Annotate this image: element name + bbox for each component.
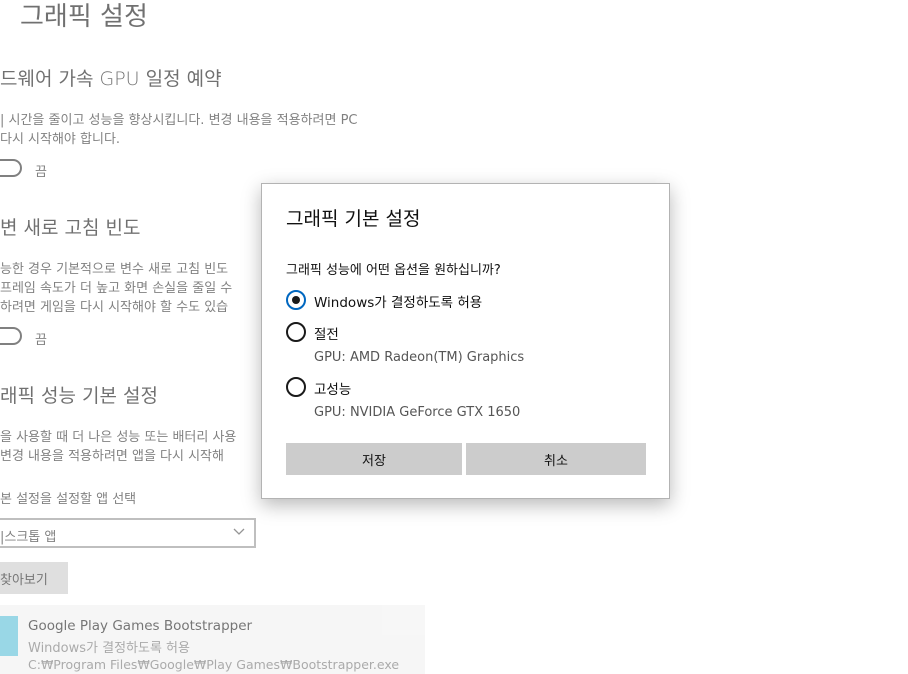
chevron-down-icon <box>233 528 245 535</box>
app-icon <box>0 616 18 656</box>
app-path: C:₩Program Files₩Google₩Play Games₩Boots… <box>28 657 400 672</box>
hw-accel-toggle-label: 끔 <box>35 165 47 180</box>
app-list-item[interactable]: Google Play Games Bootstrapper Windows가 … <box>0 605 425 674</box>
hw-accel-description-1: | 시간을 줄이고 성능을 향상시킵니다. 변경 내용을 적용하려면 PC <box>0 113 358 128</box>
save-button[interactable]: 저장 <box>286 443 462 475</box>
radio-let-windows-decide[interactable] <box>286 290 306 310</box>
option-gpu-power-saving: GPU: AMD Radeon(TM) Graphics <box>314 350 525 365</box>
app-type-dropdown-value: |스크톱 앱 <box>0 530 57 545</box>
hw-accel-section-title: 드웨어 가속 GPU 일정 예약 <box>0 68 222 90</box>
vrr-description-3: 하려면 게임을 다시 시작해야 할 수도 있습 <box>0 300 229 315</box>
option-label-high-performance[interactable]: 고성능 <box>314 378 351 398</box>
vrr-toggle[interactable] <box>0 327 22 345</box>
option-gpu-high-performance: GPU: NVIDIA GeForce GTX 1650 <box>314 405 521 420</box>
cancel-button[interactable]: 취소 <box>466 443 646 475</box>
hw-accel-toggle[interactable] <box>0 159 22 177</box>
dialog-title: 그래픽 기본 설정 <box>286 208 421 230</box>
vrr-section-title: 변 새로 고침 빈도 <box>0 217 141 239</box>
radio-high-performance[interactable] <box>286 377 306 397</box>
vrr-description-1: 능한 경우 기본적으로 변수 새로 고침 빈도 <box>0 262 229 277</box>
perf-description-2: 변경 내용을 적용하려면 앱을 다시 시작해 <box>0 449 224 464</box>
perf-section-title: 래픽 성능 기본 설정 <box>0 385 158 407</box>
graphics-preference-dialog: 그래픽 기본 설정 그래픽 성능에 어떤 옵션을 원하십니까? Windows가… <box>261 183 670 499</box>
app-name: Google Play Games Bootstrapper <box>28 618 253 634</box>
dialog-question: 그래픽 성능에 어떤 옵션을 원하십니까? <box>286 263 501 278</box>
app-select-label: 본 설정을 설정할 앱 선택 <box>0 492 137 507</box>
browse-button-label: 찾아보기 <box>0 573 48 588</box>
app-preference: Windows가 결정하도록 허용 <box>28 641 190 656</box>
vrr-toggle-label: 끔 <box>35 333 47 348</box>
browse-button[interactable]: 찾아보기 <box>0 562 68 594</box>
app-type-dropdown[interactable]: |스크톱 앱 <box>0 518 256 548</box>
radio-power-saving[interactable] <box>286 322 306 342</box>
vrr-description-2: 프레임 속도가 더 높고 화면 손실을 줄일 수 <box>0 281 233 296</box>
option-label-power-saving[interactable]: 절전 <box>314 323 339 343</box>
hw-accel-description-2: 다시 시작해야 합니다. <box>0 132 121 147</box>
option-label-let-windows-decide[interactable]: Windows가 결정하도록 허용 <box>314 291 482 311</box>
perf-description-1: 을 사용할 때 더 나은 성능 또는 배터리 사용 <box>0 430 237 445</box>
page-title: 그래픽 설정 <box>20 2 148 32</box>
